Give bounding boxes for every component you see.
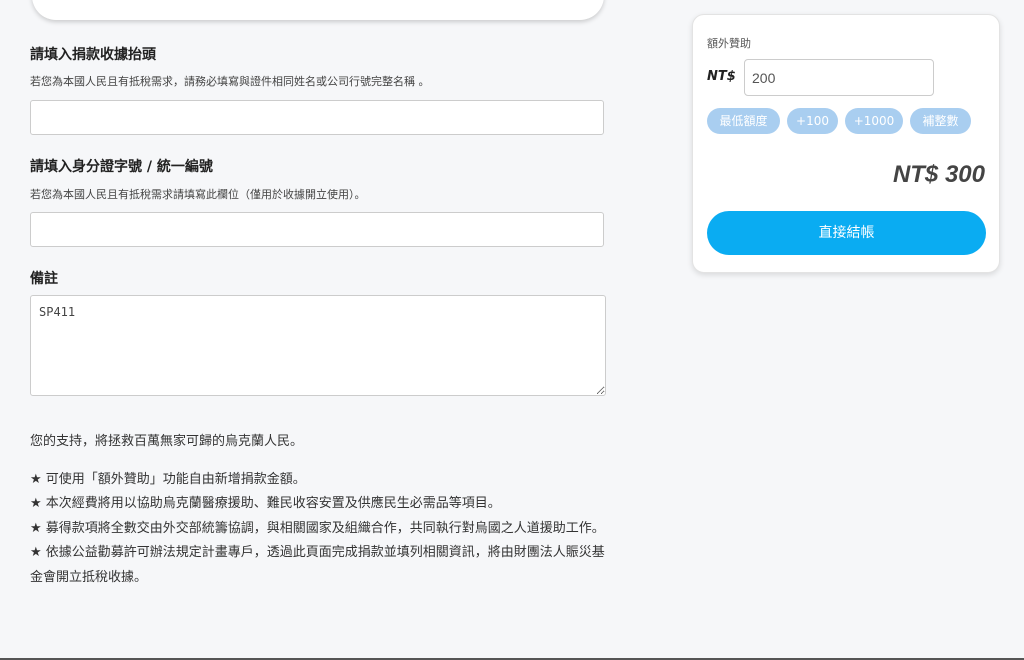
chip-plus-1000[interactable]: +1000: [845, 108, 903, 134]
receipt-title-label: 請填入捐款收據抬頭: [30, 47, 156, 63]
bullet-item: ★ 可使用「額外贊助」功能自由新增捐款金額。: [30, 472, 306, 487]
currency-label: NT$: [707, 69, 736, 84]
bullet-item: ★ 依據公益勸募許可辦法規定計畫專戶，透過此頁面完成捐款並填列相關資訊，將由財團…: [30, 545, 605, 585]
extra-donation-label: 額外贊助: [707, 37, 751, 50]
donation-page: 請填入捐款收據抬頭 若您為本國人民且有抵稅需求，請務必填寫與證件相同姓名或公司行…: [0, 0, 1024, 660]
total-amount: NT$ 300: [892, 161, 985, 188]
id-number-input[interactable]: [30, 212, 604, 247]
chip-round-up[interactable]: 補整數: [910, 108, 971, 134]
id-number-label: 請填入身分證字號 / 統一編號: [30, 159, 213, 175]
bullet-item: ★ 本次經費將用以協助烏克蘭醫療援助、難民收容安置及供應民生必需品等項目。: [30, 496, 501, 512]
remarks-textarea[interactable]: SP411: [30, 295, 606, 396]
chip-minimum[interactable]: 最低額度: [707, 108, 780, 134]
support-text: 您的支持，將拯救百萬無家可歸的烏克蘭人民。: [30, 434, 304, 449]
top-card-edge: [32, 0, 604, 20]
checkout-button[interactable]: 直接結帳: [707, 211, 986, 255]
chip-plus-100[interactable]: +100: [787, 108, 838, 134]
bullet-item: ★ 募得款項將全數交由外交部統籌協調，與相關國家及組織合作，共同執行對烏國之人道…: [30, 520, 605, 536]
extra-donation-panel: 額外贊助 NT$ 最低額度 +100 +1000 補整數 NT$ 300 直接結…: [692, 14, 1000, 273]
id-number-hint: 若您為本國人民且有抵稅需求請填寫此欄位（僅用於收據開立使用）。: [30, 188, 366, 201]
remarks-label: 備註: [30, 271, 58, 287]
extra-amount-input[interactable]: [744, 59, 934, 96]
info-bullets: ★ 可使用「額外贊助」功能自由新增捐款金額。 ★ 本次經費將用以協助烏克蘭醫療援…: [30, 468, 606, 590]
receipt-title-input[interactable]: [30, 100, 604, 135]
receipt-title-hint: 若您為本國人民且有抵稅需求，請務必填寫與證件相同姓名或公司行號完整名稱 。: [30, 75, 430, 88]
